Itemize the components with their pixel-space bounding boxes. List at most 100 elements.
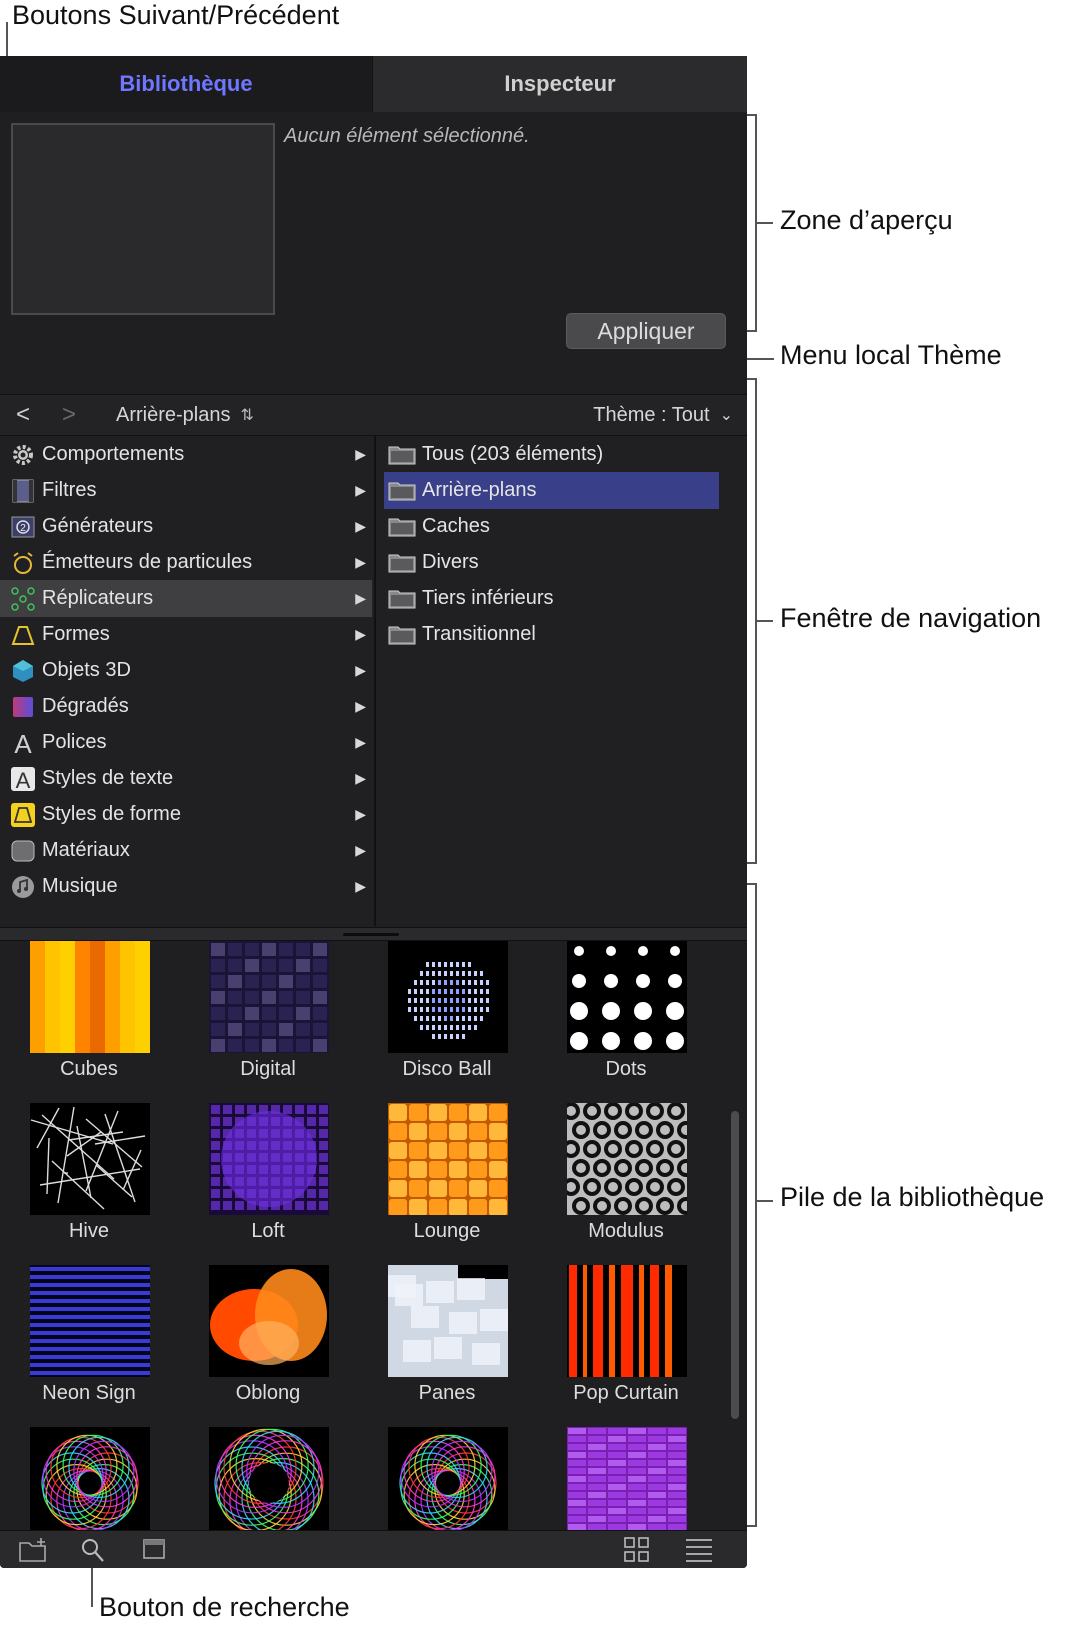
shape-style-icon [8, 801, 38, 829]
folder-icon [388, 482, 416, 500]
category-item[interactable]: Dégradés ▶ [0, 688, 372, 725]
item-thumbnail [567, 941, 687, 1053]
disclosure-arrow-icon: ▶ [355, 770, 366, 786]
item-label: Neon Sign [42, 1382, 136, 1404]
location-popup[interactable]: Arrière-plans ⇅ [116, 395, 254, 435]
gear-icon [8, 441, 38, 469]
category-item[interactable]: Formes ▶ [0, 616, 372, 653]
item-thumbnail [388, 941, 508, 1053]
category-label: Objets 3D [42, 659, 131, 681]
category-item[interactable]: A Polices ▶ [0, 724, 372, 761]
item-thumbnail [388, 1265, 508, 1377]
category-item[interactable]: Réplicateurs ▶ [0, 580, 372, 617]
category-label: Générateurs [42, 515, 154, 537]
item-label: Disco Ball [402, 1058, 492, 1080]
disclosure-arrow-icon: ▶ [355, 554, 366, 570]
item-thumbnail [30, 1427, 150, 1539]
tab-library[interactable]: Bibliothèque [0, 56, 372, 112]
stack-scrollbar[interactable] [731, 1111, 739, 1419]
folder-icon [388, 554, 416, 572]
disclosure-arrow-icon: ▶ [355, 482, 366, 498]
category-item[interactable]: Styles de forme ▶ [0, 796, 372, 833]
category-item[interactable]: Matériaux ▶ [0, 832, 372, 869]
subfolder-item[interactable]: Tous (203 éléments) [384, 436, 719, 473]
preview-toggle-icon[interactable] [140, 1537, 170, 1563]
category-item[interactable]: Émetteurs de particules ▶ [0, 544, 372, 581]
subfolder-item[interactable]: Transitionnel [384, 616, 719, 653]
disclosure-arrow-icon: ▶ [355, 590, 366, 606]
back-button[interactable]: < [16, 395, 36, 435]
folder-icon [388, 518, 416, 536]
svg-text:A: A [14, 730, 32, 756]
shape-icon [8, 621, 38, 649]
item-thumbnail [30, 1103, 150, 1215]
apply-button[interactable]: Appliquer [566, 313, 726, 349]
item-label: Modulus [588, 1220, 664, 1242]
item-label: Dots [605, 1058, 647, 1080]
theme-label: Thème : Tout [593, 403, 710, 426]
item-thumbnail [209, 1427, 329, 1539]
subfolder-item[interactable]: Arrière-plans [384, 472, 719, 509]
category-label: Styles de forme [42, 803, 181, 825]
forward-button[interactable]: > [62, 395, 82, 435]
item-label: Cubes [60, 1058, 118, 1080]
category-item[interactable]: 2 Générateurs ▶ [0, 508, 372, 545]
item-label: Hive [68, 1220, 109, 1242]
subfolder-item[interactable]: Tiers inférieurs [384, 580, 719, 617]
category-label: Émetteurs de particules [42, 551, 253, 573]
alarm-clock-icon [8, 549, 38, 577]
subfolder-item[interactable]: Caches [384, 508, 719, 545]
category-item[interactable]: Filtres ▶ [0, 472, 372, 509]
disclosure-arrow-icon: ▶ [355, 518, 366, 534]
disclosure-arrow-icon: ▶ [355, 662, 366, 678]
item-thumbnail [567, 1265, 687, 1377]
music-icon [8, 873, 38, 901]
category-item[interactable]: Objets 3D ▶ [0, 652, 372, 689]
library-stack: Cubes Digital Disco Ball Dots Hive Loft Lounge… [0, 941, 747, 1566]
tab-inspector[interactable]: Inspecteur [373, 56, 747, 112]
subfolder-item[interactable]: Divers [384, 544, 719, 581]
search-icon[interactable] [78, 1537, 108, 1563]
list-view-icon[interactable] [684, 1537, 714, 1563]
item-label: Panes [418, 1382, 476, 1404]
film-icon [8, 477, 38, 505]
subfolder-label: Caches [422, 515, 490, 537]
category-label: Musique [42, 875, 118, 897]
category-label: Comportements [42, 443, 185, 465]
item-thumbnail [30, 941, 150, 1053]
subfolder-column: Tous (203 éléments) Arrière-plans Caches Di… [374, 436, 747, 926]
generator-icon: 2 [8, 513, 38, 541]
category-item[interactable]: A Styles de texte ▶ [0, 760, 372, 797]
category-label: Filtres [42, 479, 97, 501]
callout-search-button: Bouton de recherche [99, 1592, 350, 1622]
item-thumbnail [567, 1427, 687, 1539]
preview-thumbnail [11, 123, 275, 315]
category-label: Formes [42, 623, 110, 645]
theme-popup-menu[interactable]: Thème : Tout ⌄ [593, 395, 733, 435]
svg-text:A: A [16, 768, 31, 792]
disclosure-arrow-icon: ▶ [355, 446, 366, 462]
disclosure-arrow-icon: ▶ [355, 878, 366, 894]
category-item[interactable]: Musique ▶ [0, 868, 372, 905]
callout-nav-buttons: Boutons Suivant/Précédent [12, 0, 340, 30]
item-thumbnail [567, 1103, 687, 1215]
category-label: Réplicateurs [42, 587, 154, 609]
item-thumbnail [388, 1103, 508, 1215]
item-label: Lounge [413, 1220, 481, 1242]
disclosure-arrow-icon: ▶ [355, 734, 366, 750]
pane-divider[interactable] [0, 927, 747, 941]
folder-icon [388, 590, 416, 608]
callout-stack: Pile de la bibliothèque [780, 1182, 1045, 1212]
new-folder-icon[interactable] [18, 1537, 48, 1563]
updown-chevron-icon: ⇅ [240, 407, 254, 424]
category-item[interactable]: Comportements ▶ [0, 436, 372, 473]
icon-view-icon[interactable] [622, 1537, 652, 1563]
item-thumbnail [209, 941, 329, 1053]
disclosure-arrow-icon: ▶ [355, 806, 366, 822]
replicator-icon [8, 585, 38, 613]
browser-pane: Comportements ▶ Filtres ▶ 2 Générateurs ▶ Émett… [0, 436, 747, 926]
navigation-bar: < > Arrière-plans ⇅ Thème : Tout ⌄ [0, 394, 747, 436]
library-panel: Bibliothèque Inspecteur Aucun élément sé… [0, 56, 747, 1568]
callout-theme-menu: Menu local Thème [780, 340, 1002, 370]
item-label: Oblong [235, 1382, 301, 1404]
